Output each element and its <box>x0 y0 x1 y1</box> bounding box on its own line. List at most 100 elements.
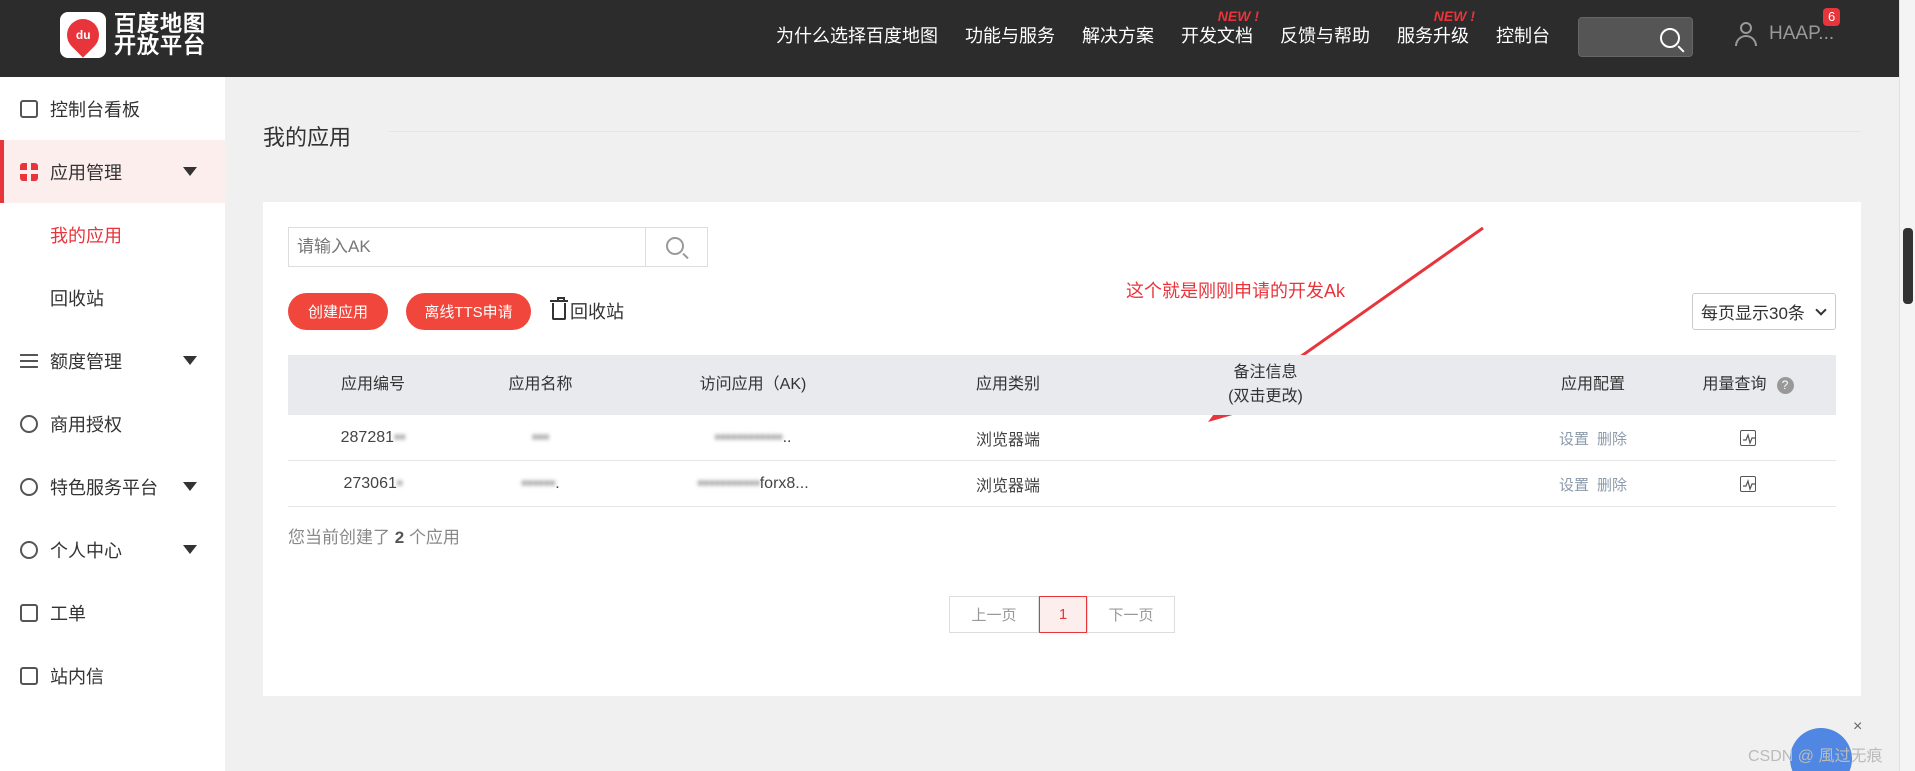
top-nav: 为什么选择百度地图 功能与服务 解决方案 开发文档 NEW ! 反馈与帮助 服务升… <box>776 8 1577 48</box>
per-page-select[interactable]: 每页显示30条 <box>1692 293 1836 330</box>
sidebar-item-quota[interactable]: 额度管理 <box>0 329 225 392</box>
sidebar-item-recycle-bin[interactable]: 回收站 <box>0 266 225 329</box>
app-count-text: 您当前创建了 2 个应用 <box>288 523 460 548</box>
usage-chart-icon[interactable] <box>1740 476 1756 492</box>
create-app-button[interactable]: 创建应用 <box>288 293 388 330</box>
config-cell: 设置 删除 <box>1538 415 1648 461</box>
ak-search-input[interactable] <box>289 228 645 266</box>
user-icon <box>1735 22 1757 46</box>
app-id-masked: ▪▪ <box>394 429 406 446</box>
logo-badge-text: du <box>75 28 91 43</box>
shield-icon <box>20 414 38 433</box>
page-scrollbar[interactable] <box>1899 0 1915 771</box>
app-name-masked: ▪▪▪▪▪▪ <box>521 475 556 492</box>
close-icon[interactable]: × <box>1853 718 1862 736</box>
caret-down-icon <box>183 482 197 491</box>
nav-service-upgrade[interactable]: 服务升级 NEW ! <box>1397 8 1475 48</box>
col-notes-hint: (双击更改) <box>1228 388 1303 405</box>
app-name-masked: ▪▪▪ <box>531 429 549 446</box>
table-row: 287281 ▪▪ ▪▪▪ ▪▪▪▪▪▪▪▪▪▪▪▪.. 浏览器端 设置 删除 <box>288 415 1836 461</box>
ak-cell[interactable]: ▪▪▪▪▪▪▪▪▪▪▪▪.. <box>623 415 883 461</box>
col-config: 应用配置 <box>1560 376 1625 393</box>
recycle-bin-label: 回收站 <box>570 302 624 322</box>
sliders-icon <box>20 351 38 370</box>
username: HAAP... <box>1769 23 1835 44</box>
prev-page-button[interactable]: 上一页 <box>949 596 1039 633</box>
search-icon <box>666 237 684 255</box>
sidebar-item-label: 工单 <box>50 603 86 624</box>
usage-cell <box>1678 415 1818 461</box>
new-tag: NEW ! <box>1433 8 1475 24</box>
usage-cell <box>1678 461 1818 507</box>
offline-tts-button[interactable]: 离线TTS申请 <box>406 293 531 330</box>
settings-link[interactable]: 设置 <box>1559 428 1589 449</box>
header-search[interactable] <box>1578 17 1693 57</box>
sidebar-item-messages[interactable]: 站内信 <box>0 644 225 707</box>
nav-features-services[interactable]: 功能与服务 <box>965 22 1055 48</box>
help-icon[interactable]: ? <box>1776 376 1794 394</box>
scrollbar-thumb[interactable] <box>1903 228 1913 304</box>
col-notes-label: 备注信息 <box>1233 364 1298 381</box>
id-card-icon <box>20 99 38 118</box>
sidebar-item-commercial-license[interactable]: 商用授权 <box>0 392 225 455</box>
page-1-button[interactable]: 1 <box>1039 596 1087 633</box>
sidebar-item-tickets[interactable]: 工单 <box>0 581 225 644</box>
col-ak: 访问应用（AK) <box>699 376 807 393</box>
ak-masked: ▪▪▪▪▪▪▪▪▪▪▪ <box>697 475 760 492</box>
logo-text: 百度地图 开放平台 <box>114 13 206 57</box>
category-cell: 浏览器端 <box>975 478 1040 495</box>
app-id-cell: 273061 ▪ <box>288 461 458 507</box>
sidebar-item-label: 商用授权 <box>50 414 122 435</box>
baidu-map-logo[interactable]: du 百度地图 开放平台 <box>60 12 206 58</box>
watermark: CSDN @ 風过无痕 <box>1748 748 1883 765</box>
col-app-id: 应用编号 <box>340 376 405 393</box>
notification-badge: 6 <box>1823 8 1841 26</box>
envelope-icon <box>20 666 38 685</box>
ak-cell[interactable]: ▪▪▪▪▪▪▪▪▪▪▪ forx8... <box>623 461 883 507</box>
sidebar-item-my-apps[interactable]: 我的应用 <box>0 203 225 266</box>
sidebar-item-label: 站内信 <box>50 666 104 687</box>
notes-cell[interactable] <box>1133 415 1398 461</box>
search-icon[interactable] <box>1660 28 1680 48</box>
app-name-cell: ▪▪▪ <box>458 415 623 461</box>
nav-feedback-help[interactable]: 反馈与帮助 <box>1280 22 1370 48</box>
ak-suffix: .. <box>782 429 792 446</box>
nav-dev-docs[interactable]: 开发文档 NEW ! <box>1181 8 1259 48</box>
sidebar-item-personal-center[interactable]: 个人中心 <box>0 518 225 581</box>
sidebar-item-label: 控制台看板 <box>50 99 140 120</box>
app-id: 287281 <box>340 429 395 446</box>
ak-suffix: forx8... <box>759 475 809 492</box>
user-menu[interactable]: HAAP... <box>1735 22 1834 46</box>
title-divider <box>388 131 1861 132</box>
app-count: 2 <box>394 528 405 547</box>
app-id-cell: 287281 ▪▪ <box>288 415 458 461</box>
nav-why-baidu-map[interactable]: 为什么选择百度地图 <box>776 22 938 48</box>
sidebar-item-dashboard[interactable]: 控制台看板 <box>0 77 225 140</box>
per-page-value: 每页显示30条 <box>1701 304 1805 323</box>
map-pin-icon: du <box>60 12 106 58</box>
col-category: 应用类别 <box>975 376 1040 393</box>
sidebar-item-label: 个人中心 <box>50 540 122 561</box>
annotation-text: 这个就是刚刚申请的开发Ak <box>1126 281 1346 301</box>
delete-link[interactable]: 删除 <box>1597 474 1627 495</box>
ak-search-button[interactable] <box>645 228 707 266</box>
sidebar-item-app-management[interactable]: 应用管理 <box>0 140 225 203</box>
app-name-suffix: . <box>555 475 560 492</box>
delete-link[interactable]: 删除 <box>1597 428 1627 449</box>
notes-cell[interactable] <box>1133 461 1398 507</box>
nav-solutions[interactable]: 解决方案 <box>1082 22 1154 48</box>
sidebar-item-featured-services[interactable]: 特色服务平台 <box>0 455 225 518</box>
app-id: 273061 <box>343 475 397 492</box>
next-page-button[interactable]: 下一页 <box>1087 596 1175 633</box>
usage-chart-icon[interactable] <box>1740 430 1756 446</box>
recycle-bin-link[interactable]: 回收站 <box>550 296 624 324</box>
count-suffix: 个应用 <box>408 528 460 547</box>
grid-icon <box>20 162 38 181</box>
new-tag: NEW ! <box>1217 8 1259 24</box>
count-prefix: 您当前创建了 <box>288 528 390 547</box>
chevron-down-icon <box>1815 304 1827 316</box>
settings-link[interactable]: 设置 <box>1559 474 1589 495</box>
nav-console[interactable]: 控制台 <box>1496 22 1550 48</box>
page-title: 我的应用 <box>263 125 352 150</box>
table-header: 应用编号 应用名称 访问应用（AK) 应用类别 备注信息 (双击更改) 应用配置… <box>288 355 1836 415</box>
